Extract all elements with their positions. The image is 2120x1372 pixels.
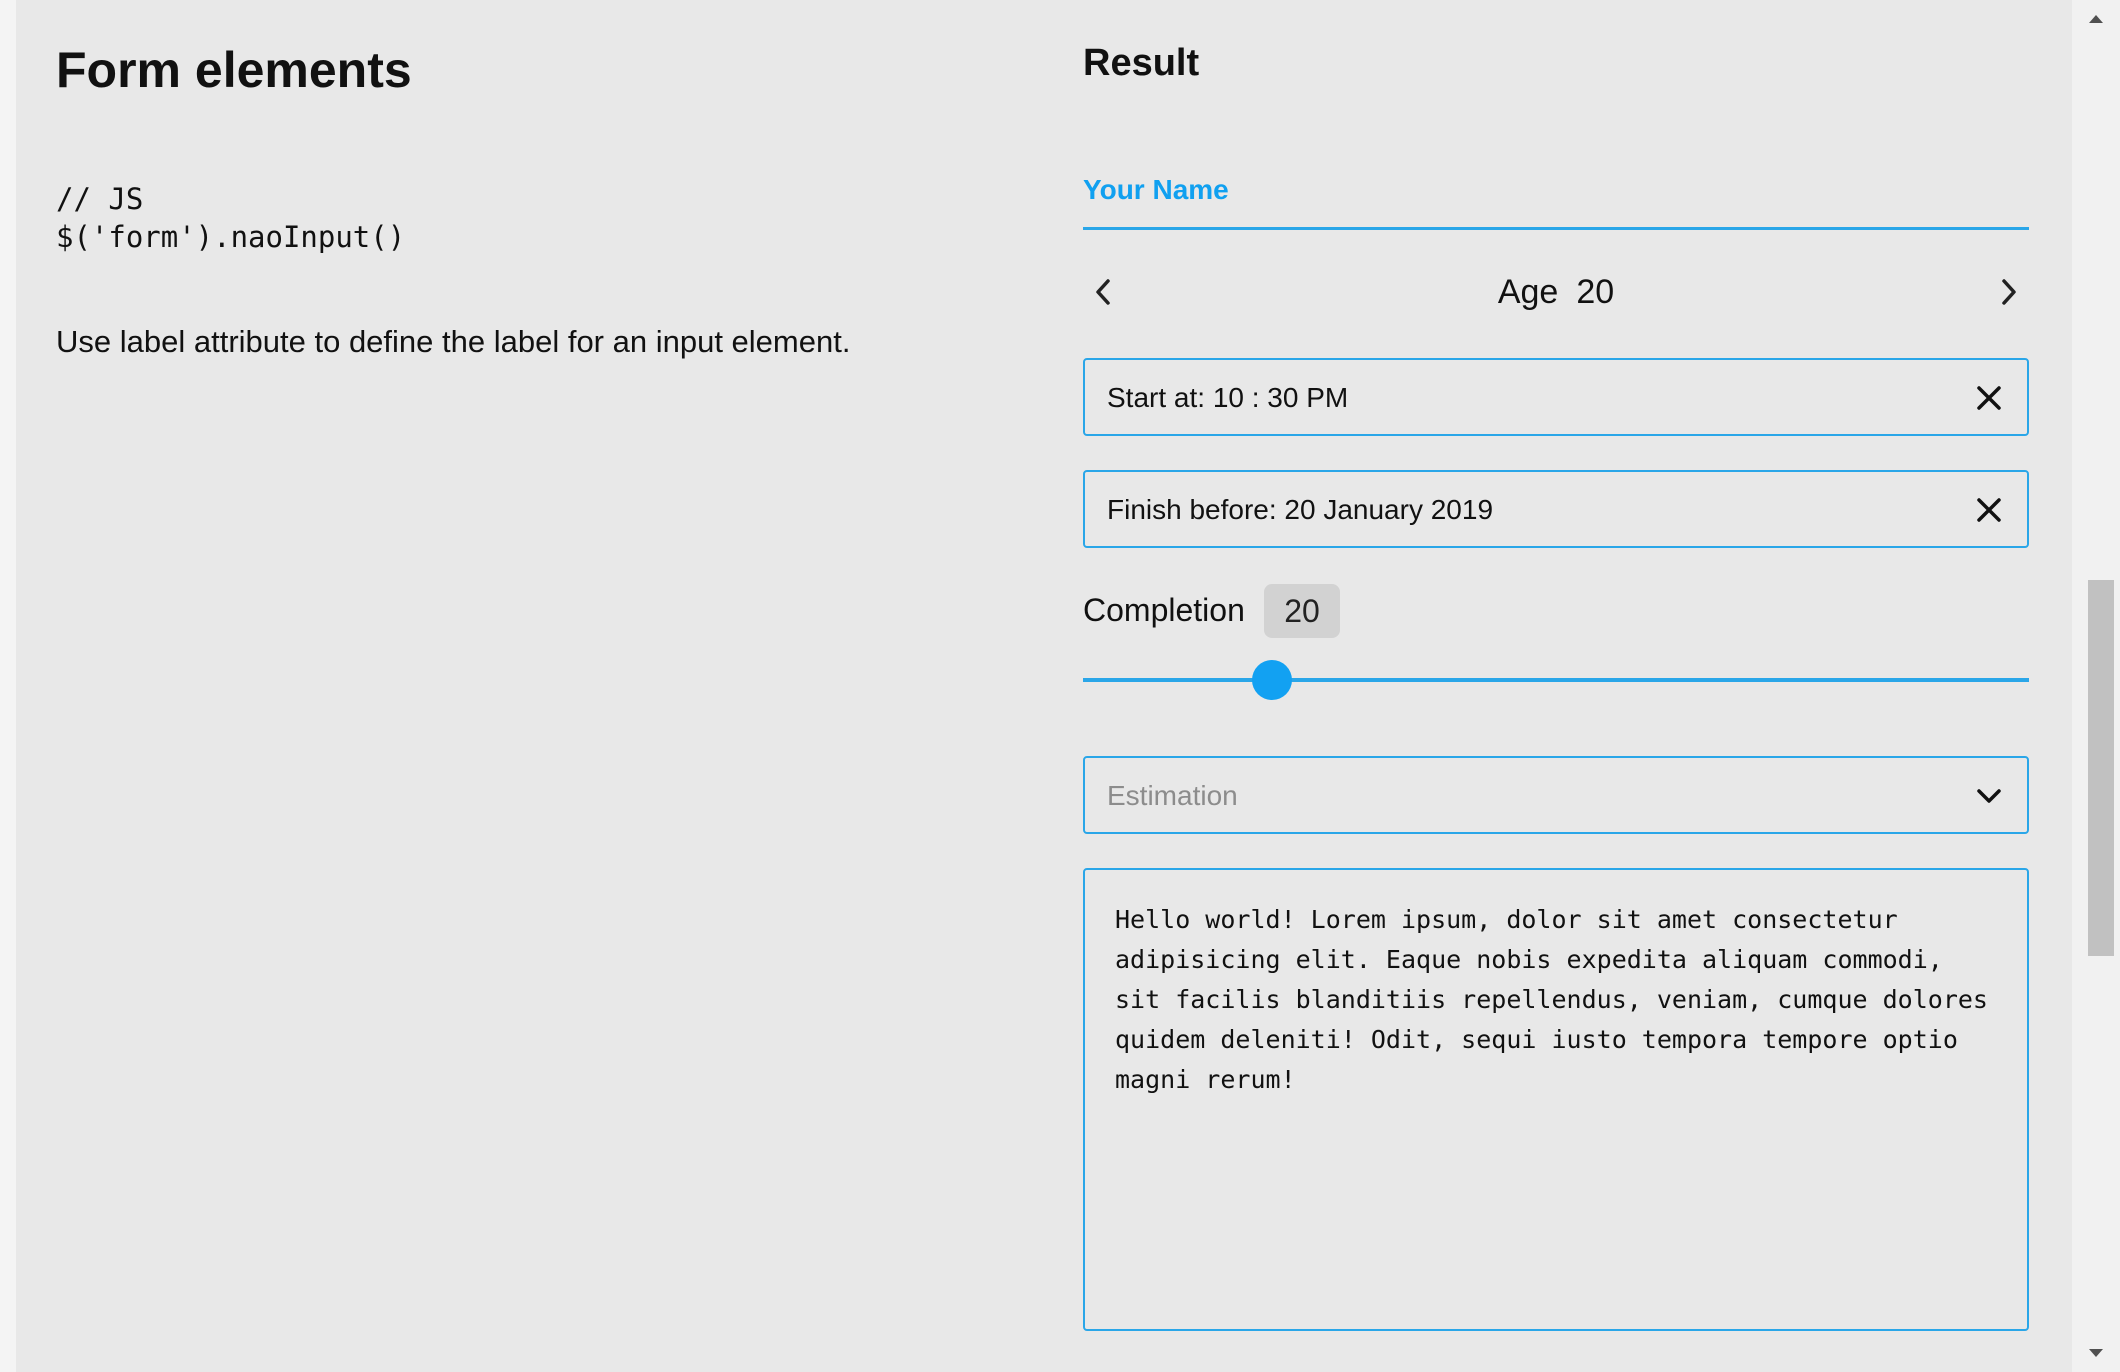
finish-date-clear-button[interactable] bbox=[1971, 492, 2007, 528]
name-field-label: Your Name bbox=[1083, 174, 1229, 205]
age-display: Age 20 bbox=[1083, 272, 2029, 312]
age-value: 20 bbox=[1576, 273, 1615, 311]
age-increment-button[interactable] bbox=[1989, 272, 2029, 312]
scroll-down-button[interactable] bbox=[2072, 1338, 2120, 1368]
name-field[interactable]: Your Name bbox=[1083, 166, 2029, 230]
close-icon bbox=[1977, 386, 2001, 410]
estimation-select[interactable]: Estimation bbox=[1083, 756, 2029, 834]
page-title: Form elements bbox=[56, 42, 412, 98]
finish-date-value: Finish before: 20 January 2019 bbox=[1107, 494, 1494, 525]
triangle-up-icon bbox=[2089, 15, 2103, 23]
message-textarea[interactable]: Hello world! Lorem ipsum, dolor sit amet… bbox=[1083, 868, 2029, 1331]
completion-slider[interactable] bbox=[1083, 660, 2029, 700]
vertical-scrollbar[interactable] bbox=[2072, 0, 2120, 1372]
code-snippet: // JS $('form').naoInput() bbox=[56, 180, 405, 256]
start-time-field[interactable]: Start at: 10 : 30 PM bbox=[1083, 358, 2029, 436]
slider-thumb[interactable] bbox=[1252, 660, 1293, 700]
description-text: Use label attribute to define the label … bbox=[56, 324, 851, 359]
page-edge bbox=[0, 0, 16, 1372]
age-stepper: Age 20 bbox=[1083, 262, 2029, 322]
code-line: // JS bbox=[56, 182, 144, 216]
scrollbar-thumb[interactable] bbox=[2088, 580, 2114, 956]
estimation-placeholder: Estimation bbox=[1107, 780, 1238, 811]
completion-value-badge: 20 bbox=[1264, 584, 1340, 638]
close-icon bbox=[1977, 498, 2001, 522]
completion-label: Completion bbox=[1083, 592, 1245, 628]
finish-date-field[interactable]: Finish before: 20 January 2019 bbox=[1083, 470, 2029, 548]
start-time-value: Start at: 10 : 30 PM bbox=[1107, 382, 1349, 413]
chevron-down-icon bbox=[1977, 789, 2001, 803]
code-line: $('form').naoInput() bbox=[56, 220, 406, 254]
slider-track[interactable] bbox=[1083, 678, 2029, 682]
page: Form elements // JS $('form').naoInput()… bbox=[16, 0, 2072, 1372]
result-heading: Result bbox=[1083, 42, 1200, 84]
estimation-dropdown-toggle[interactable] bbox=[1971, 778, 2007, 814]
start-time-clear-button[interactable] bbox=[1971, 380, 2007, 416]
chevron-right-icon bbox=[2002, 279, 2016, 305]
scroll-up-button[interactable] bbox=[2072, 4, 2120, 34]
triangle-down-icon bbox=[2089, 1349, 2103, 1357]
age-label: Age bbox=[1497, 273, 1559, 311]
